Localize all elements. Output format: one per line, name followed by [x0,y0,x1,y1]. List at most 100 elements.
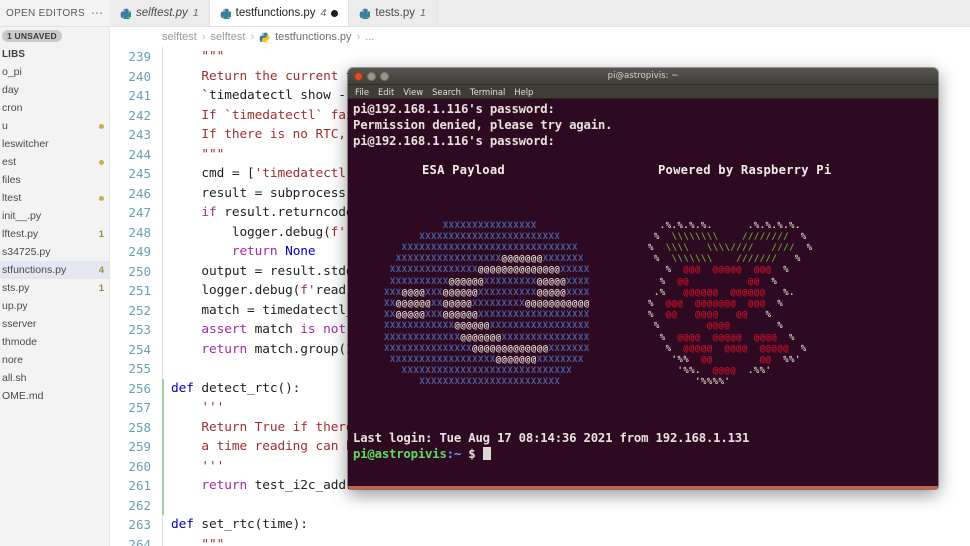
menu-item-file[interactable]: File [355,87,369,97]
tab-testfunctions-py[interactable]: testfunctions.py 4 [209,0,350,26]
sidebar-file-list: o_piday cron u leswitcher est files ltest init_… [0,63,109,405]
sidebar-item-u[interactable]: u [0,117,109,135]
fold-indicator[interactable] [162,67,171,87]
fold-indicator[interactable] [162,262,171,282]
sidebar-item-omemd[interactable]: OME.md [0,387,109,405]
sidebar-item-thmode[interactable]: thmode [0,333,109,351]
code-text: result = subprocess. [171,185,354,201]
fold-indicator[interactable] [162,535,171,546]
sidebar-item-label: cron [2,102,23,114]
terminal-cursor [482,447,491,460]
fold-indicator[interactable] [162,398,171,418]
menu-item-search[interactable]: Search [432,87,461,97]
tab-strip: selftest.py 1 testfunctions.py 4 tests.py 1 [110,0,437,26]
sidebar-item-ltest[interactable]: ltest [0,189,109,207]
esa-art-line: XXXXXXXXXXXXXXXX [442,220,537,231]
fold-indicator[interactable] [162,106,171,126]
esa-art-line: XX@@@@@@XX@@@@@XXXXXXXXX@@@@@@@@@@@ [384,299,590,310]
sidebar-item-cron[interactable]: cron [0,99,109,117]
fold-indicator[interactable] [162,125,171,145]
sidebar-item-initpy[interactable]: init__.py [0,207,109,225]
tab-problem-count: 4 [320,7,327,19]
fold-indicator[interactable] [162,457,171,477]
fold-indicator[interactable] [162,281,171,301]
menu-item-edit[interactable]: Edit [378,87,394,97]
terminal-output[interactable]: pi@192.168.1.116's password: Permission … [348,99,938,489]
esa-art-line: XXXXXXXXXXXXXXXXXXXXXXXX [419,231,561,242]
fold-indicator[interactable] [162,242,171,262]
explorer-sidebar[interactable]: OPEN EDITORS 1 UNSAVED LIBS o_piday cron u… [0,27,110,546]
menu-item-terminal[interactable]: Terminal [470,87,505,97]
sidebar-item-sserver[interactable]: sserver [0,315,109,333]
terminal-window[interactable]: pi@astropivis: ~ File Edit View Search Termi… [348,68,938,489]
unsaved-dot-icon[interactable] [331,9,339,17]
line-number: 262 [128,497,151,513]
fold-indicator[interactable] [162,203,171,223]
line-number: 259 [128,439,151,455]
tab-tests-py[interactable]: tests.py 1 [349,0,437,26]
code-line[interactable]: 262 [110,496,970,516]
code-text: return test_i2c_addr [201,478,354,494]
breadcrumb-part-0[interactable]: selftest [162,31,197,43]
fold-indicator[interactable] [162,476,171,496]
sidebar-item-est[interactable]: est [0,153,109,171]
esa-logo-art: ESA Payload XXXXXXXXXXXXXXXX XXXXXXXXXXX… [384,164,590,411]
sidebar-item-stspy[interactable]: sts.py 1 [0,279,109,297]
breadcrumb[interactable]: selftest › selftest › testfunctions.py ›… [110,27,970,47]
fold-indicator[interactable] [162,359,171,379]
fold-indicator[interactable] [162,301,171,321]
breadcrumb-separator-icon: › [201,31,206,43]
sidebar-item-label: stfunctions.py [2,264,67,276]
tab-selftest-py[interactable]: selftest.py 1 [110,0,210,26]
sidebar-item-opi[interactable]: o_pi [0,63,109,81]
sidebar-item-day[interactable]: day [0,81,109,99]
fold-indicator[interactable] [162,184,171,204]
open-editors-row[interactable]: OPEN EDITORS 1 UNSAVED [0,27,109,45]
code-text: logger.debug(f'r [171,224,354,240]
sidebar-item-uppy[interactable]: up.py [0,297,109,315]
fold-indicator[interactable] [162,340,171,360]
fold-indicator[interactable] [162,496,171,516]
fold-indicator[interactable] [162,164,171,184]
sidebar-item-files[interactable]: files [0,171,109,189]
fold-indicator[interactable] [162,437,171,457]
code-text: output = result.stdo [171,263,354,279]
code-text: match = timedatectl_ [171,302,354,318]
fold-indicator[interactable] [162,418,171,438]
code-line[interactable]: 239 """ [110,47,970,67]
code-text: """ [171,146,225,162]
sidebar-item-s34725py[interactable]: s34725.py [0,243,109,261]
sidebar-item-allsh[interactable]: all.sh [0,369,109,387]
sidebar-item-label: o_pi [2,66,22,78]
terminal-title-bar[interactable]: pi@astropivis: ~ [348,68,938,85]
esa-art-line: XXXXXXXXXXXXXXX@@@@@@@@@@@@@@XXXXX [389,265,590,276]
sidebar-item-label: up.py [2,300,28,312]
sidebar-item-nore[interactable]: nore [0,351,109,369]
breadcrumb-part-2[interactable]: testfunctions.py [275,31,351,43]
sidebar-item-label: init__.py [2,210,42,222]
sidebar-item-leswitcher[interactable]: leswitcher [0,135,109,153]
sidebar-item-lftestpy[interactable]: lftest.py 1 [0,225,109,243]
prompt-path: :~ [446,447,462,461]
breadcrumb-part-1[interactable]: selftest [211,31,246,43]
last-login-line: Last login: Tue Aug 17 08:14:36 2021 fro… [353,431,750,445]
fold-indicator[interactable] [162,223,171,243]
ellipsis-icon[interactable]: ⋯ [91,6,104,20]
fold-indicator[interactable] [162,47,171,67]
fold-indicator[interactable] [162,320,171,340]
line-number: 248 [128,224,151,240]
fold-indicator[interactable] [162,379,171,399]
breadcrumb-part-3[interactable]: ... [365,31,374,43]
sidebar-item-stfunctionspy[interactable]: stfunctions.py 4 [0,261,109,279]
line-number: 246 [128,185,151,201]
fold-indicator[interactable] [162,145,171,165]
shell-prompt[interactable]: pi@astropivis:~ $ [353,446,749,462]
rpi-art-line: % @@@@ @@@@@ @@@@ % [659,332,795,343]
fold-indicator[interactable] [162,515,171,535]
code-line[interactable]: 263 def set_rtc(time): [110,515,970,535]
code-line[interactable]: 264 """ [110,535,970,546]
menu-item-help[interactable]: Help [514,87,533,97]
menu-item-view[interactable]: View [403,87,423,97]
fold-indicator[interactable] [162,86,171,106]
sidebar-group-libs[interactable]: LIBS [0,45,109,63]
